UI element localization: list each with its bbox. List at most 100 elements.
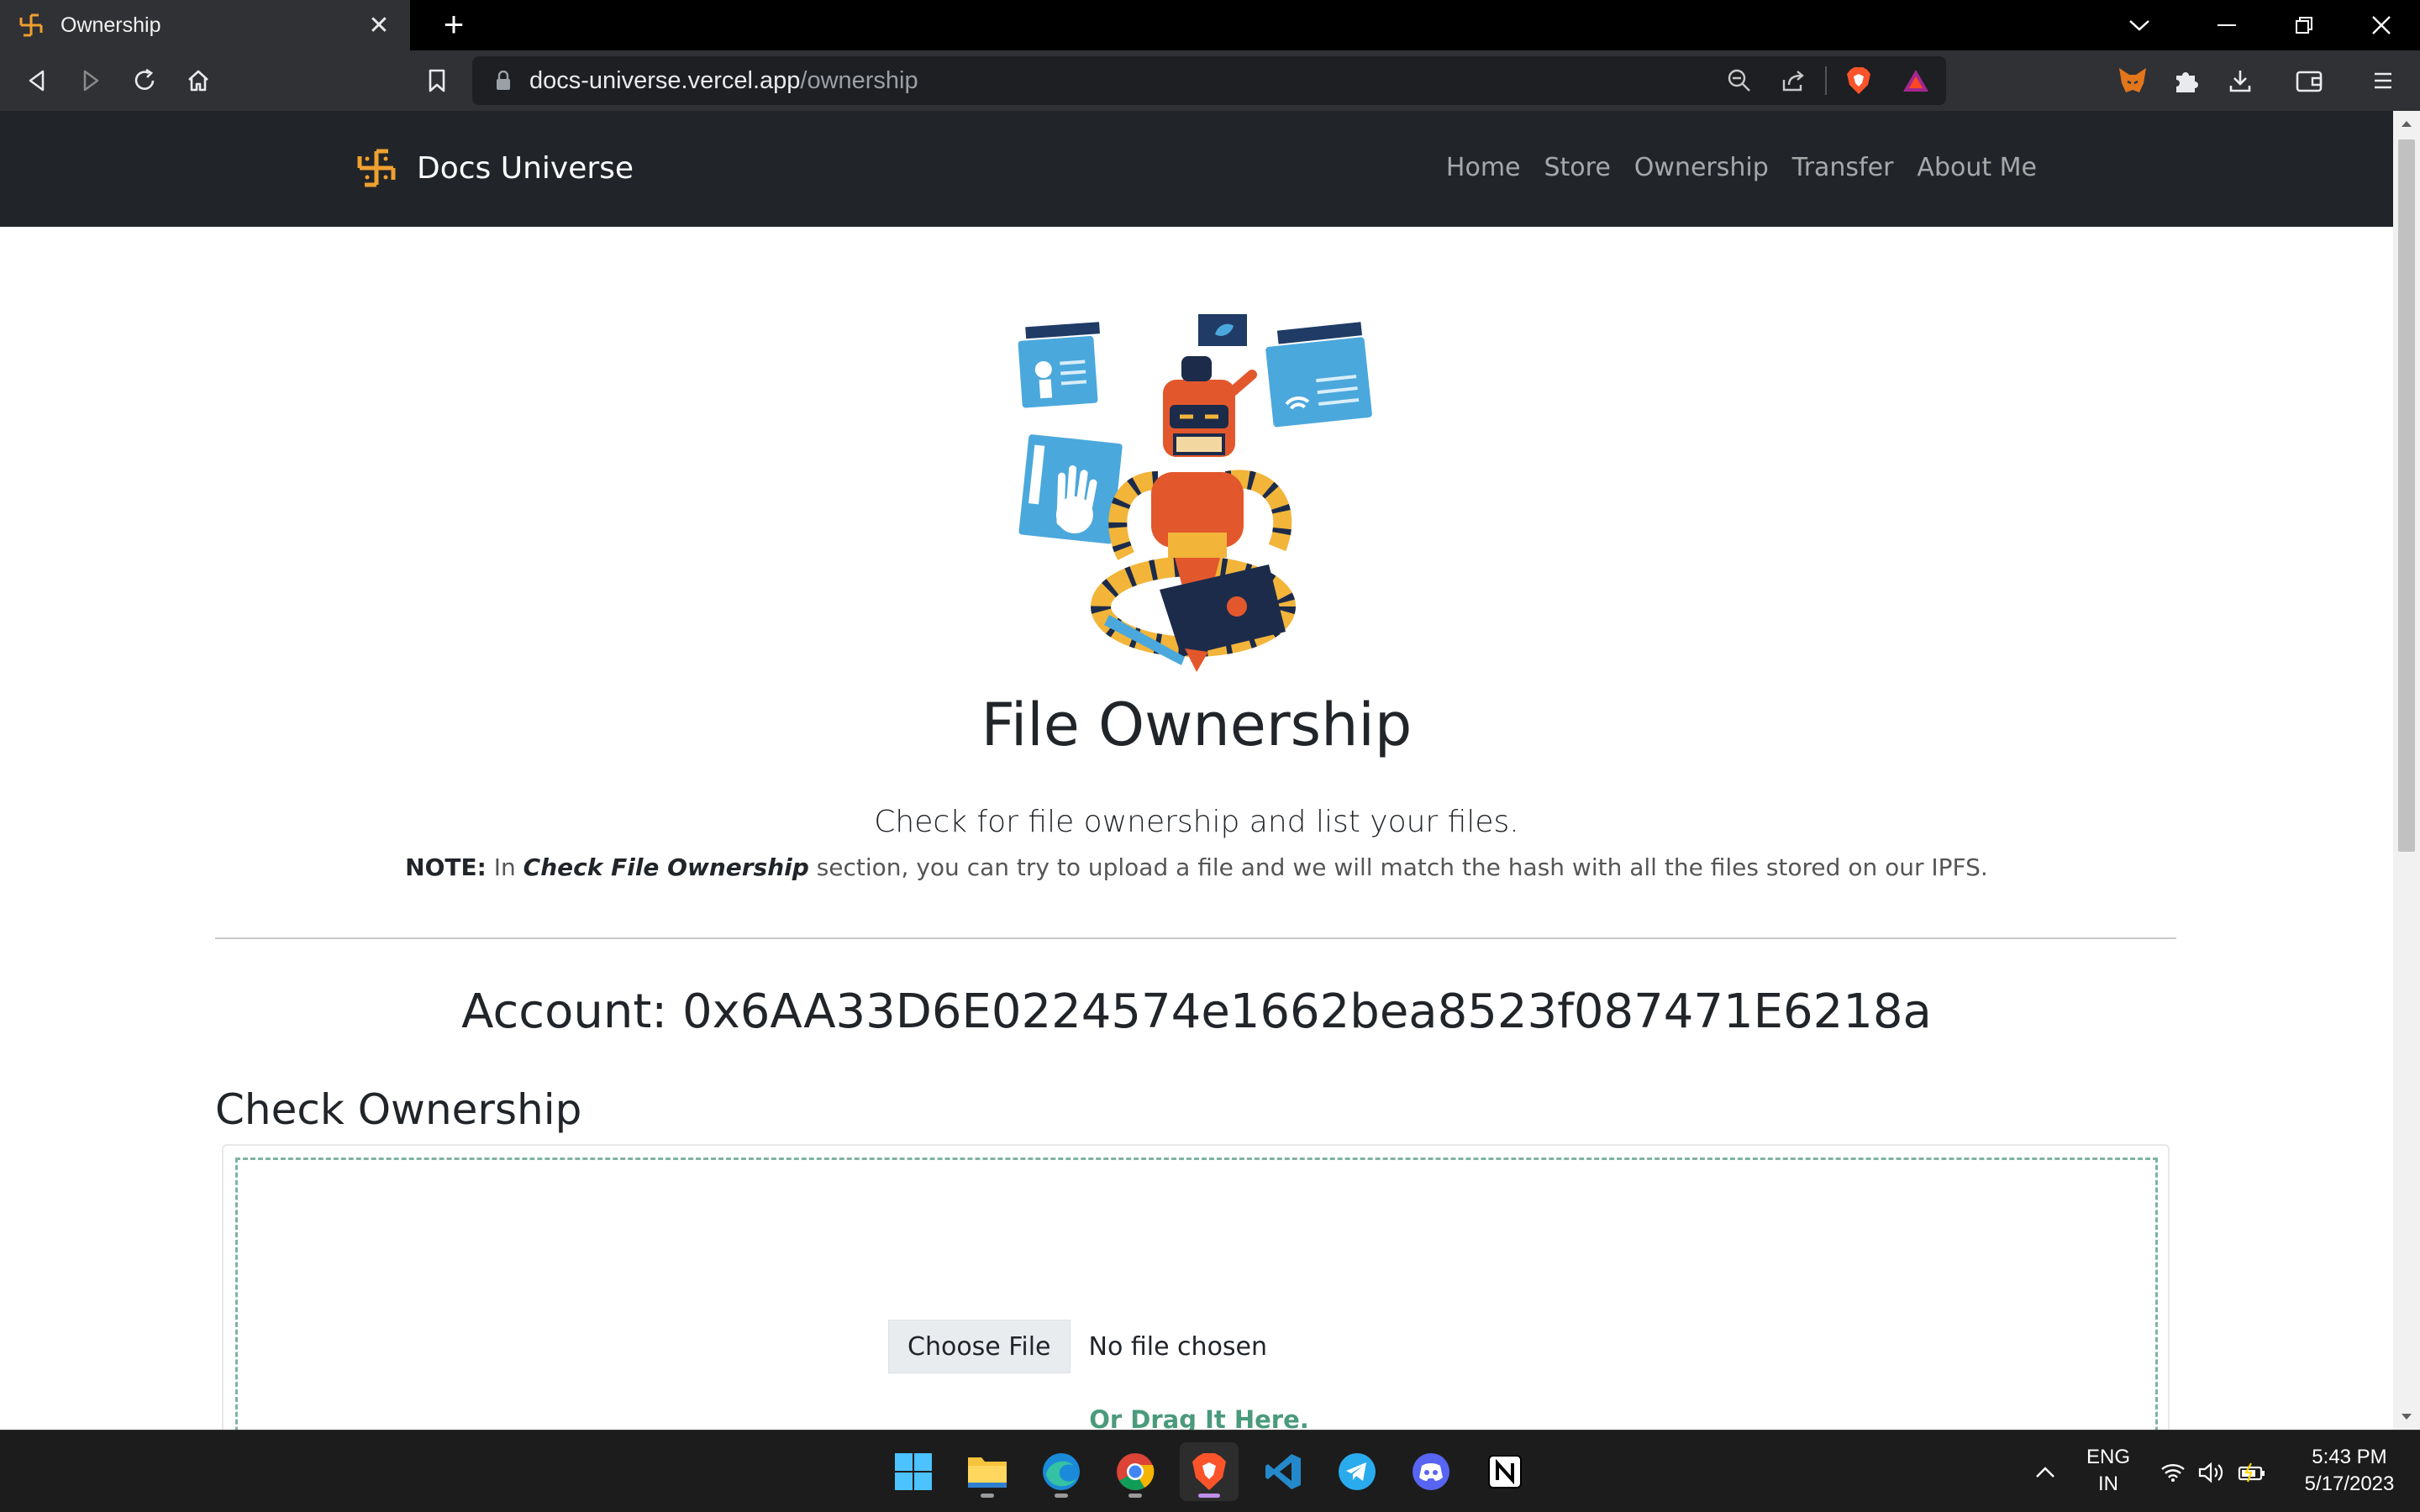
minimize-icon	[2217, 24, 2236, 26]
site-navbar: Docs Universe Home Store Ownership Trans…	[0, 111, 2393, 227]
bookmark-button[interactable]	[415, 59, 459, 102]
brand-link[interactable]: Docs Universe	[356, 148, 634, 188]
check-ownership-heading: Check Ownership	[215, 1085, 582, 1134]
check-ownership-card: Choose File No file chosen Or Drag It He…	[222, 1144, 2170, 1430]
notion-icon[interactable]	[1476, 1442, 1534, 1501]
file-dropzone[interactable]: Choose File No file chosen Or Drag It He…	[235, 1158, 2158, 1430]
running-indicator	[1055, 1494, 1068, 1498]
hamburger-menu-icon	[2375, 72, 2391, 89]
edge-icon[interactable]	[1032, 1442, 1091, 1501]
language-code: ENG	[2086, 1446, 2130, 1468]
minimize-button[interactable]	[2188, 0, 2265, 50]
windows-taskbar: ENG IN 5:43 PM 5/17/2023	[0, 1430, 2420, 1512]
no-file-chosen-text: No file chosen	[1088, 1331, 1268, 1362]
address-bar[interactable]: docs-universe.vercel.app/ownership	[472, 56, 1946, 105]
puzzle-icon	[2176, 72, 2198, 92]
new-tab-button[interactable]: +	[432, 3, 476, 47]
file-explorer-icon[interactable]	[958, 1442, 1017, 1501]
page-scrollbar[interactable]	[2393, 111, 2420, 1430]
wallet-button[interactable]	[2287, 59, 2331, 102]
telegram-icon[interactable]	[1328, 1442, 1386, 1501]
nav-store[interactable]: Store	[1544, 153, 1611, 182]
forward-arrow-icon	[83, 70, 99, 92]
reload-icon	[134, 68, 155, 90]
swastika-logo-icon	[19, 13, 43, 37]
metamask-extension-button[interactable]	[2111, 59, 2154, 102]
active-indicator	[1198, 1494, 1220, 1498]
volume-icon[interactable]	[2196, 1457, 2227, 1488]
robot-illustration	[1018, 314, 1372, 672]
discord-icon[interactable]	[1402, 1442, 1460, 1501]
brave-rewards-button[interactable]	[1899, 64, 1933, 97]
share-button[interactable]	[1776, 64, 1810, 97]
back-button[interactable]	[15, 59, 59, 102]
restore-icon	[2296, 17, 2312, 34]
menu-button[interactable]	[2361, 59, 2405, 102]
site-nav-links: Home Store Ownership Transfer About Me	[1446, 153, 2037, 182]
choose-file-button[interactable]: Choose File	[888, 1320, 1071, 1373]
scroll-up-arrow-icon[interactable]	[2393, 111, 2420, 136]
docs-universe-logo-icon	[357, 149, 396, 187]
clock-time: 5:43 PM	[2312, 1446, 2387, 1468]
browser-tab-ownership[interactable]: Ownership ✕	[0, 0, 410, 50]
chrome-icon[interactable]	[1106, 1442, 1165, 1501]
brave-rewards-triangle-icon	[1903, 70, 1928, 92]
extensions-button[interactable]	[2165, 59, 2208, 102]
reload-button[interactable]	[123, 59, 166, 102]
nav-home[interactable]: Home	[1446, 153, 1521, 182]
share-icon	[1782, 71, 1804, 92]
running-indicator	[1128, 1494, 1142, 1498]
note-emphasis: Check File Ownership	[523, 853, 809, 881]
vscode-icon[interactable]	[1254, 1442, 1313, 1501]
back-arrow-icon	[29, 70, 45, 92]
file-input[interactable]: Choose File No file chosen	[888, 1320, 1267, 1373]
metamask-fox-icon	[2119, 68, 2146, 92]
browser-toolbar: docs-universe.vercel.app/ownership	[0, 50, 2420, 111]
forward-button[interactable]	[69, 59, 113, 102]
note-prefix: In	[486, 853, 523, 881]
close-tab-icon[interactable]: ✕	[366, 11, 392, 40]
section-divider	[215, 937, 2176, 939]
download-icon	[2229, 71, 2251, 92]
battery-charging-icon[interactable]	[2237, 1457, 2267, 1488]
system-clock[interactable]: 5:43 PM 5/17/2023	[2284, 1444, 2415, 1498]
restore-button[interactable]	[2265, 0, 2343, 50]
input-language-indicator[interactable]: ENG IN	[2079, 1444, 2138, 1498]
brave-icon[interactable]	[1180, 1442, 1239, 1501]
chevron-down-icon	[2129, 20, 2149, 31]
scrollbar-thumb[interactable]	[2398, 139, 2415, 852]
bookmark-icon	[429, 69, 445, 92]
windows-start-icon[interactable]	[884, 1442, 943, 1501]
note-suffix: section, you can try to upload a file an…	[808, 853, 1988, 881]
tab-title: Ownership	[60, 13, 161, 37]
page-subtitle: Check for file ownership and list your f…	[874, 805, 1519, 839]
downloads-button[interactable]	[2218, 59, 2262, 102]
tab-search-button[interactable]	[2101, 0, 2178, 50]
browser-tabstrip: Ownership ✕ +	[0, 0, 2420, 50]
zoom-button[interactable]	[1723, 64, 1756, 97]
toolbar-separator	[1825, 66, 1827, 95]
brave-shields-button[interactable]	[1842, 64, 1876, 97]
nav-ownership[interactable]: Ownership	[1634, 153, 1769, 182]
drag-here-text: Or Drag It Here.	[1089, 1405, 1309, 1430]
wallet-icon	[2296, 71, 2323, 92]
wifi-icon[interactable]	[2158, 1457, 2188, 1488]
page-title: File Ownership	[981, 690, 1413, 759]
url-host: docs-universe.vercel.app	[529, 67, 801, 94]
show-hidden-icons-chevron-up-icon[interactable]	[2030, 1457, 2060, 1488]
clock-date: 5/17/2023	[2304, 1473, 2395, 1495]
close-icon	[2372, 16, 2391, 34]
web-page: Docs Universe Home Store Ownership Trans…	[0, 111, 2393, 1430]
home-icon	[188, 70, 208, 92]
close-window-button[interactable]	[2343, 0, 2420, 50]
home-button[interactable]	[176, 59, 220, 102]
url-text: docs-universe.vercel.app/ownership	[529, 67, 918, 95]
lock-icon	[497, 71, 510, 90]
nav-transfer[interactable]: Transfer	[1792, 153, 1894, 182]
zoom-out-icon	[1728, 69, 1750, 92]
running-indicator	[981, 1494, 994, 1498]
note-label: NOTE:	[405, 853, 487, 881]
nav-about-me[interactable]: About Me	[1917, 153, 2037, 182]
scroll-down-arrow-icon[interactable]	[2393, 1404, 2420, 1430]
page-note: NOTE: In Check File Ownership section, y…	[0, 853, 2393, 881]
